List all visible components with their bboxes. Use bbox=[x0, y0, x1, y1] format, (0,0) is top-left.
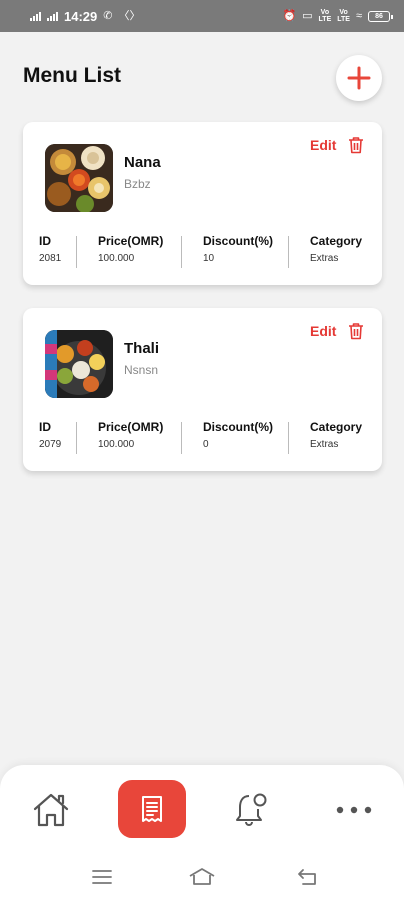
stat-divider bbox=[288, 422, 289, 454]
menu-lines-icon bbox=[92, 870, 112, 884]
stat-price-value: 100.000 bbox=[98, 439, 135, 450]
volte-icon-2: Vo LTE bbox=[337, 9, 350, 23]
stat-divider bbox=[181, 236, 182, 268]
system-back-button[interactable] bbox=[294, 864, 322, 890]
signal-icon bbox=[30, 11, 41, 21]
stat-id-label: ID bbox=[39, 234, 51, 248]
system-menu-button[interactable] bbox=[88, 864, 116, 890]
stat-price-label: Price(OMR) bbox=[98, 234, 164, 248]
volte-icon: Vo LTE bbox=[318, 9, 332, 23]
nfc-icon: 〈〉 bbox=[118, 9, 141, 22]
stat-price-value: 100.000 bbox=[98, 253, 135, 264]
delete-button[interactable] bbox=[348, 322, 364, 340]
stat-discount: Discount(%) 10 bbox=[203, 234, 273, 264]
system-home-button[interactable] bbox=[188, 864, 216, 890]
stat-id: ID 2079 bbox=[39, 420, 61, 450]
stat-divider bbox=[76, 422, 77, 454]
nav-home-button[interactable] bbox=[30, 789, 72, 831]
delete-button[interactable] bbox=[348, 136, 364, 154]
status-right: ⏰ ▭ Vo LTE Vo LTE ≈ 86 bbox=[282, 9, 393, 23]
menu-list-icon bbox=[142, 796, 162, 822]
status-time: 14:29 bbox=[64, 8, 98, 24]
system-nav-bar bbox=[0, 860, 404, 896]
back-icon bbox=[298, 869, 316, 885]
menu-item-card: Nana Bzbz Edit ID 2081 Price(OMR) 100.00… bbox=[23, 122, 382, 285]
nav-more-button[interactable] bbox=[333, 789, 375, 831]
stat-divider bbox=[288, 236, 289, 268]
stat-category: Category Extras bbox=[310, 420, 362, 450]
stat-id-label: ID bbox=[39, 420, 51, 434]
vibrate-icon: ▭ bbox=[302, 9, 313, 22]
item-name: Nana bbox=[124, 154, 161, 171]
stat-category-value: Extras bbox=[310, 253, 339, 264]
signal-icon-2 bbox=[47, 11, 58, 21]
item-name: Thali bbox=[124, 340, 160, 357]
edit-button[interactable]: Edit bbox=[310, 323, 336, 339]
edit-button[interactable]: Edit bbox=[310, 137, 336, 153]
home-icon bbox=[33, 793, 69, 827]
nav-notifications-button[interactable] bbox=[230, 789, 272, 831]
alarm-icon: ⏰ bbox=[282, 9, 297, 22]
battery-icon: 86 bbox=[368, 10, 393, 22]
food-image bbox=[45, 144, 113, 212]
nav-menu-list-button[interactable] bbox=[118, 780, 186, 838]
stat-price: Price(OMR) 100.000 bbox=[98, 420, 163, 450]
trash-icon bbox=[349, 137, 363, 154]
food-image bbox=[45, 330, 113, 398]
food-thumbnail bbox=[45, 144, 113, 212]
stat-discount-label: Discount(%) bbox=[203, 234, 273, 248]
stat-price: Price(OMR) 100.000 bbox=[98, 234, 163, 264]
call-icon: ✆ bbox=[103, 9, 113, 22]
stat-discount-value: 10 bbox=[203, 253, 215, 264]
stat-price-label: Price(OMR) bbox=[98, 420, 164, 434]
trash-icon bbox=[349, 323, 363, 340]
stat-id-value: 2079 bbox=[39, 439, 62, 450]
stat-discount-value: 0 bbox=[203, 439, 209, 450]
stat-divider bbox=[181, 422, 182, 454]
add-item-button[interactable] bbox=[336, 55, 382, 101]
item-stats: ID 2079 Price(OMR) 100.000 Discount(%) 0… bbox=[23, 420, 382, 456]
stat-category-label: Category bbox=[310, 420, 363, 434]
plus-icon bbox=[347, 66, 371, 90]
stat-discount-label: Discount(%) bbox=[203, 420, 273, 434]
stat-id-value: 2081 bbox=[39, 253, 62, 264]
stat-category-label: Category bbox=[310, 234, 363, 248]
menu-item-card: Thali Nsnsn Edit ID 2079 Price(OMR) 100.… bbox=[23, 308, 382, 471]
stat-divider bbox=[76, 236, 77, 268]
item-stats: ID 2081 Price(OMR) 100.000 Discount(%) 1… bbox=[23, 234, 382, 270]
item-description: Nsnsn bbox=[124, 363, 159, 377]
wifi-icon: ≈ bbox=[355, 9, 362, 22]
bell-icon bbox=[236, 793, 267, 826]
stat-id: ID 2081 bbox=[39, 234, 61, 264]
item-description: Bzbz bbox=[124, 177, 151, 191]
stat-category-value: Extras bbox=[310, 439, 339, 450]
stat-category: Category Extras bbox=[310, 234, 362, 264]
status-left: 14:29 ✆ 〈〉 bbox=[30, 9, 140, 24]
page-title: Menu List bbox=[23, 64, 121, 87]
more-icon bbox=[336, 806, 372, 814]
home-outline-icon bbox=[189, 868, 215, 885]
stat-discount: Discount(%) 0 bbox=[203, 420, 273, 450]
food-thumbnail bbox=[45, 330, 113, 398]
status-bar: 14:29 ✆ 〈〉 ⏰ ▭ Vo LTE Vo LTE ≈ 86 bbox=[0, 0, 404, 32]
